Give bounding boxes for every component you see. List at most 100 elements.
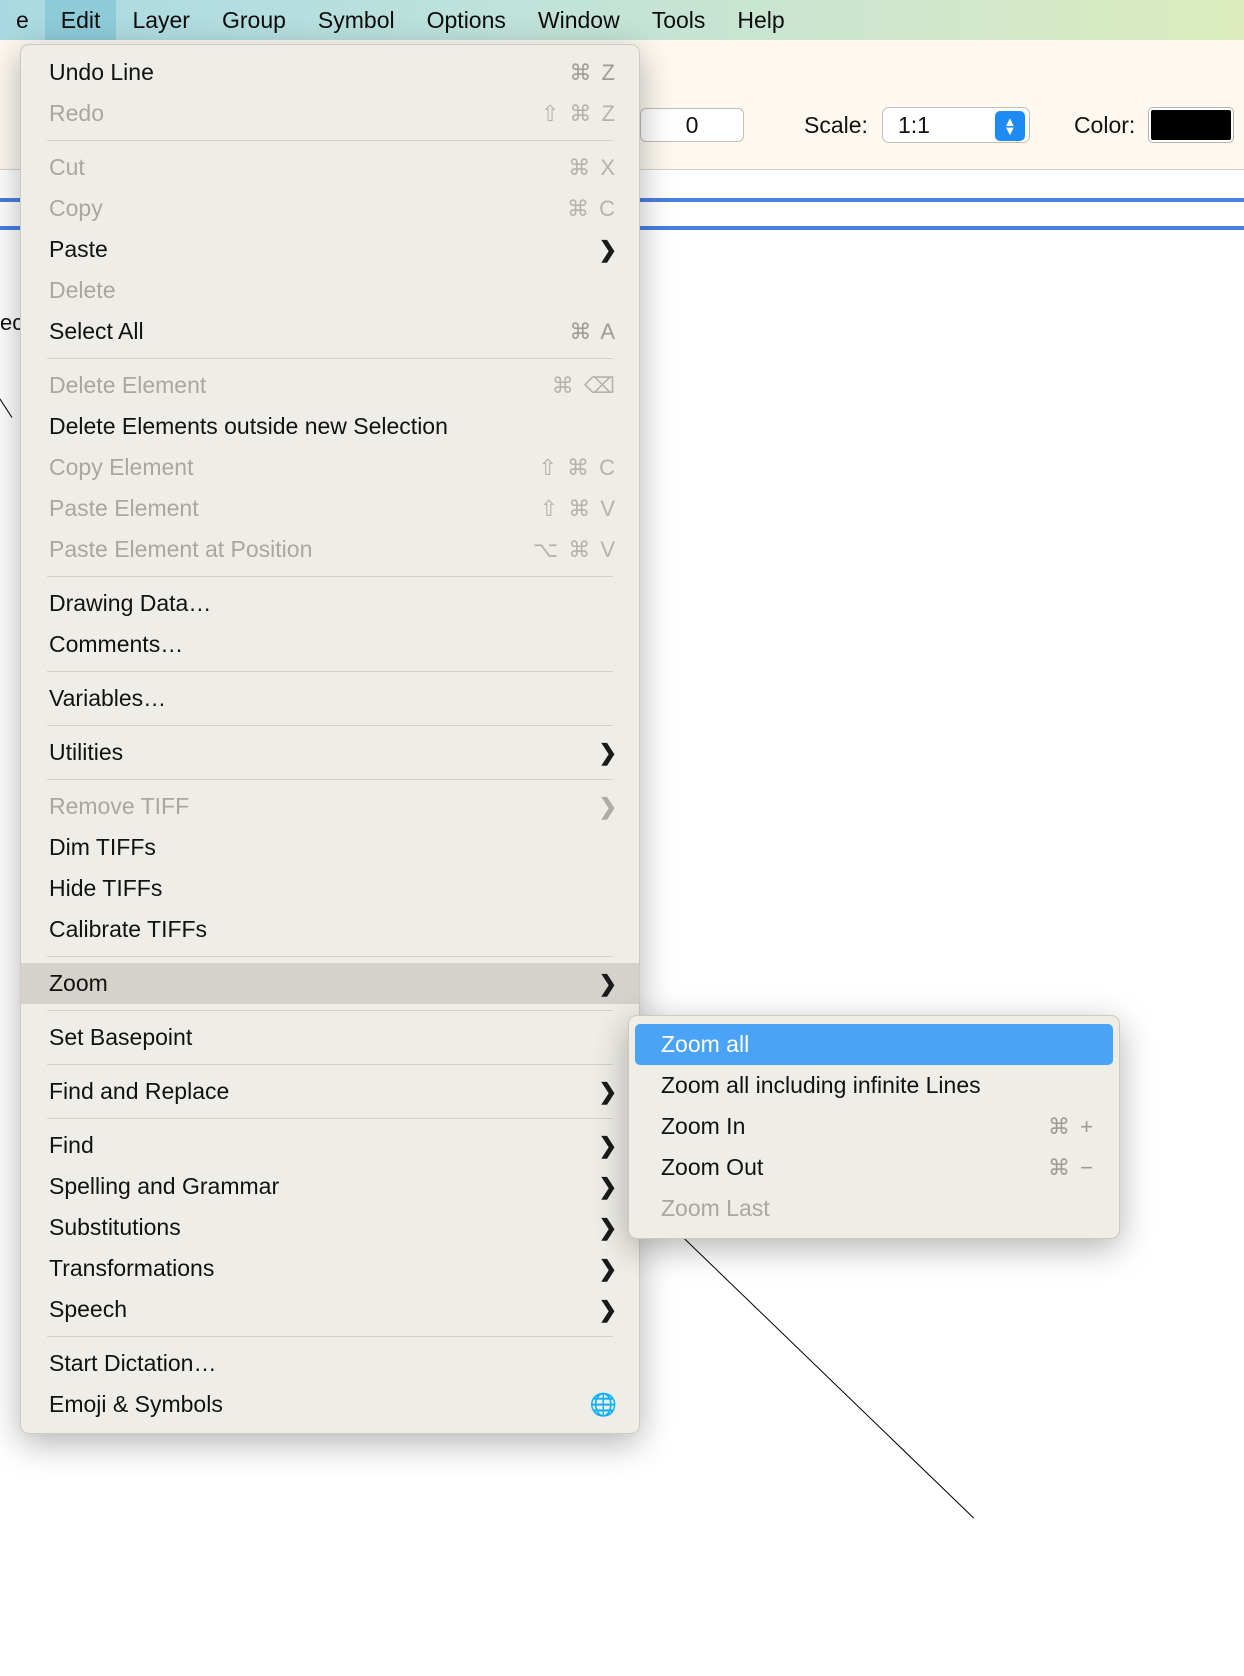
menu-item-copy: Copy ⌘ C	[21, 188, 639, 229]
menu-item-label: Paste	[49, 236, 108, 262]
menu-item-hide-tiffs[interactable]: Hide TIFFs	[21, 868, 639, 909]
edit-menu[interactable]: Undo Line ⌘ Z Redo ⇧ ⌘ Z Cut ⌘ X Copy ⌘ C Paste ❯…	[20, 44, 640, 1434]
menu-item-label: Dim TIFFs	[49, 834, 156, 860]
menu-item-shortcut: ⇧ ⌘ V	[539, 495, 617, 521]
submenu-item-shortcut: ⌘ +	[1048, 1113, 1095, 1139]
menu-item-set-basepoint[interactable]: Set Basepoint	[21, 1017, 639, 1058]
menu-separator	[47, 671, 613, 672]
number-input[interactable]: 0	[640, 108, 744, 142]
submenu-item-zoom-all-including-infinite-lines[interactable]: Zoom all including infinite Lines	[635, 1065, 1113, 1106]
scale-value: 1:1	[897, 111, 930, 138]
globe-icon: 🌐	[589, 1391, 617, 1417]
menu-item-cut: Cut ⌘ X	[21, 147, 639, 188]
menu-item-label: Comments…	[49, 631, 184, 657]
chevron-right-icon: ❯	[598, 1214, 617, 1240]
menu-item-shortcut: ⌥ ⌘ V	[532, 536, 617, 562]
scale-dropdown[interactable]: 1:1 ▲ ▼	[881, 107, 1030, 143]
menu-item-variables[interactable]: Variables…	[21, 678, 639, 719]
menubar-item-options[interactable]: Options	[411, 0, 522, 40]
color-swatch[interactable]	[1149, 108, 1234, 142]
menu-item-transformations[interactable]: Transformations ❯	[21, 1248, 639, 1289]
menubar-item-help[interactable]: Help	[721, 0, 800, 40]
submenu-item-shortcut: ⌘ −	[1048, 1154, 1095, 1180]
menu-item-spelling-and-grammar[interactable]: Spelling and Grammar ❯	[21, 1166, 639, 1207]
menu-item-start-dictation[interactable]: Start Dictation…	[21, 1343, 639, 1384]
submenu-item-zoom-in[interactable]: Zoom In ⌘ +	[635, 1106, 1113, 1147]
menu-item-paste[interactable]: Paste ❯	[21, 229, 639, 270]
menu-item-label: Set Basepoint	[49, 1024, 193, 1050]
menu-separator	[47, 725, 613, 726]
menu-separator	[47, 1118, 613, 1119]
color-label: Color:	[1073, 111, 1136, 138]
menu-item-paste-element-at-position: Paste Element at Position ⌥ ⌘ V	[21, 529, 639, 570]
chevron-right-icon: ❯	[598, 1173, 617, 1199]
menu-item-utilities[interactable]: Utilities ❯	[21, 732, 639, 773]
menu-separator	[47, 1064, 613, 1065]
menu-item-label: Start Dictation…	[49, 1350, 217, 1376]
menu-item-label: Find	[49, 1132, 94, 1158]
menu-item-label: Copy Element	[49, 454, 194, 480]
menubar-item-layer[interactable]: Layer	[116, 0, 206, 40]
menu-separator	[47, 576, 613, 577]
submenu-item-label: Zoom In	[661, 1113, 746, 1139]
menu-item-paste-element: Paste Element ⇧ ⌘ V	[21, 488, 639, 529]
menu-item-label: Paste Element at Position	[49, 536, 313, 562]
menu-item-dim-tiffs[interactable]: Dim TIFFs	[21, 827, 639, 868]
menu-separator	[47, 1010, 613, 1011]
menu-item-label: Drawing Data…	[49, 590, 212, 616]
menu-item-delete: Delete	[21, 270, 639, 311]
menubar-item-tools[interactable]: Tools	[636, 0, 722, 40]
menu-item-shortcut: ⌘ ⌫	[551, 372, 617, 398]
submenu-item-zoom-out[interactable]: Zoom Out ⌘ −	[635, 1147, 1113, 1188]
chevron-right-icon: ❯	[598, 1078, 617, 1104]
menu-item-find[interactable]: Find ❯	[21, 1125, 639, 1166]
menubar-item-e[interactable]: e	[0, 0, 45, 40]
submenu-item-zoom-last: Zoom Last	[635, 1188, 1113, 1229]
drawn-line-left	[0, 392, 13, 418]
chevron-right-icon: ❯	[598, 970, 617, 996]
menu-item-label: Substitutions	[49, 1214, 181, 1240]
menu-item-label: Cut	[49, 154, 85, 180]
menu-item-label: Hide TIFFs	[49, 875, 163, 901]
menubar-item-edit[interactable]: Edit	[44, 0, 117, 40]
menu-item-undo-line[interactable]: Undo Line ⌘ Z	[21, 52, 639, 93]
menu-item-shortcut: ⇧ ⌘ Z	[540, 100, 617, 126]
chevron-right-icon: ❯	[598, 1296, 617, 1322]
menu-item-label: Speech	[49, 1296, 128, 1322]
menu-item-calibrate-tiffs[interactable]: Calibrate TIFFs	[21, 909, 639, 950]
menubar-item-group[interactable]: Group	[206, 0, 302, 40]
menu-item-emoji-symbols[interactable]: Emoji & Symbols 🌐	[21, 1384, 639, 1425]
menu-item-shortcut: ⌘ Z	[569, 59, 617, 85]
menu-item-speech[interactable]: Speech ❯	[21, 1289, 639, 1330]
menu-item-comments[interactable]: Comments…	[21, 624, 639, 665]
stepper-icon[interactable]: ▲ ▼	[994, 111, 1025, 141]
menu-item-zoom[interactable]: Zoom ❯	[21, 963, 639, 1004]
menu-item-remove-tiff: Remove TIFF ❯	[21, 786, 639, 827]
menu-item-copy-element: Copy Element ⇧ ⌘ C	[21, 447, 639, 488]
menubar-item-symbol[interactable]: Symbol	[302, 0, 411, 40]
menu-separator	[47, 1336, 613, 1337]
menu-item-label: Redo	[49, 100, 104, 126]
menu-item-label: Delete	[49, 277, 116, 303]
menu-item-substitutions[interactable]: Substitutions ❯	[21, 1207, 639, 1248]
menu-separator	[47, 358, 613, 359]
submenu-item-label: Zoom all	[661, 1031, 750, 1057]
submenu-item-zoom-all[interactable]: Zoom all	[635, 1024, 1113, 1065]
menu-item-find-and-replace[interactable]: Find and Replace ❯	[21, 1071, 639, 1112]
menu-item-drawing-data[interactable]: Drawing Data…	[21, 583, 639, 624]
menu-item-label: Zoom	[49, 970, 108, 996]
menu-item-label: Emoji & Symbols	[49, 1391, 223, 1417]
drawn-line	[671, 1226, 975, 1519]
zoom-submenu[interactable]: Zoom all Zoom all including infinite Line…	[628, 1015, 1120, 1239]
submenu-item-label: Zoom Out	[661, 1154, 764, 1180]
menu-item-shortcut: ⌘ A	[569, 318, 617, 344]
menu-item-delete-elements-outside-new-selection[interactable]: Delete Elements outside new Selection	[21, 406, 639, 447]
menu-item-label: Transformations	[49, 1255, 215, 1281]
menu-item-shortcut: ⌘ X	[568, 154, 617, 180]
chevron-right-icon: ❯	[598, 793, 617, 819]
scale-label: Scale:	[804, 111, 868, 138]
menubar-item-window[interactable]: Window	[522, 0, 636, 40]
menu-item-select-all[interactable]: Select All ⌘ A	[21, 311, 639, 352]
menu-item-label: Undo Line	[49, 59, 154, 85]
menu-item-label: Utilities	[49, 739, 124, 765]
